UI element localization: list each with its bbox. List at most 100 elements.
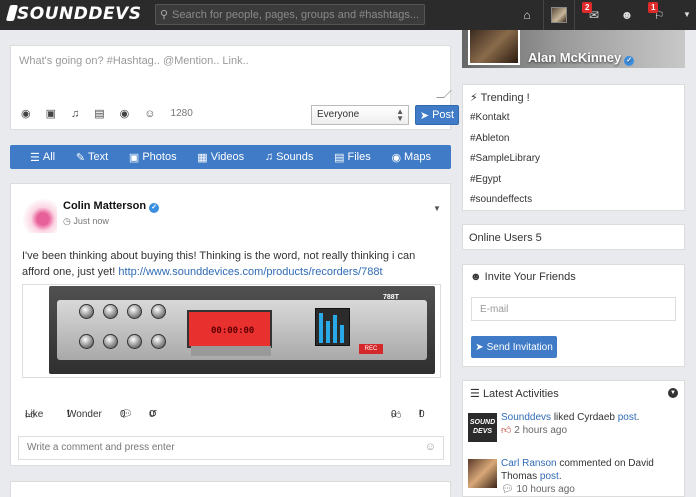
likes-count: 0 bbox=[391, 409, 397, 420]
activity-suffix: . bbox=[636, 412, 640, 423]
knob bbox=[127, 304, 142, 319]
post-composer: ◉ ▣ ♫ ▤ ◉ ☺ 1280 Everyone ▲▼ ➤ Post bbox=[10, 45, 459, 130]
post-time-text: Just now bbox=[73, 216, 109, 226]
recorder-display: 00:00:00 bbox=[187, 310, 272, 348]
like-label: Like bbox=[25, 409, 44, 420]
author-avatar[interactable] bbox=[22, 198, 57, 233]
transport-controls bbox=[191, 346, 271, 356]
post-button[interactable]: ➤ Post bbox=[415, 105, 459, 125]
site-logo[interactable]: SOUNDDEVS bbox=[5, 4, 141, 24]
invite-email-input[interactable] bbox=[471, 297, 676, 321]
film-icon: ▦ bbox=[197, 151, 208, 164]
recorder-model: 788T bbox=[383, 294, 399, 301]
post-options-caret-icon[interactable]: ▼ bbox=[433, 204, 441, 213]
post-link[interactable]: http://www.sounddevices.com/products/rec… bbox=[118, 266, 382, 278]
activity-suffix: . bbox=[558, 471, 562, 482]
profile-picture[interactable] bbox=[468, 30, 520, 65]
video-camera-icon[interactable]: ▣ bbox=[46, 107, 56, 120]
emoji-icon[interactable]: ☺ bbox=[425, 441, 436, 453]
knob bbox=[151, 334, 166, 349]
document-icon[interactable]: ▤ bbox=[94, 107, 104, 120]
wonders-count: 0 bbox=[419, 409, 425, 420]
notifications-button[interactable]: 1 ⚐ bbox=[644, 0, 674, 30]
activity-actor[interactable]: Carl Ranson bbox=[501, 458, 557, 469]
filter-label: Maps bbox=[404, 151, 431, 163]
profile-name[interactable]: Alan McKinney ✓ bbox=[528, 50, 635, 66]
activity-text: Carl Ranson commented on David Thomas po… bbox=[501, 457, 679, 496]
music-note-icon[interactable]: ♫ bbox=[71, 108, 79, 120]
list-icon: ☰ bbox=[470, 388, 480, 400]
file-icon: ▤ bbox=[334, 151, 345, 164]
shares-count: 0 bbox=[149, 409, 155, 420]
clock-icon: ◷ bbox=[63, 216, 71, 226]
level-meter bbox=[315, 308, 350, 346]
filter-all[interactable]: ☰ All bbox=[30, 151, 55, 164]
trending-tag[interactable]: #Egypt bbox=[470, 174, 540, 195]
search-input[interactable] bbox=[172, 7, 422, 22]
music-icon: ♫ bbox=[264, 151, 274, 163]
filter-photos[interactable]: ▣ Photos bbox=[129, 151, 177, 164]
select-arrows-icon: ▲ ▼ bbox=[396, 107, 404, 123]
verified-icon: ✓ bbox=[624, 56, 635, 66]
composer-tools: ◉ ▣ ♫ ▤ ◉ ☺ 1280 bbox=[21, 107, 193, 121]
filter-maps[interactable]: ◉ Maps bbox=[391, 151, 431, 164]
online-users-widget[interactable]: Online Users 5 bbox=[462, 224, 685, 250]
users-icon: ☻ bbox=[470, 271, 482, 283]
trending-tag[interactable]: #Kontakt bbox=[470, 112, 540, 133]
status-textarea[interactable] bbox=[11, 46, 450, 98]
activities-title-text: Latest Activities bbox=[482, 388, 559, 400]
profile-cover[interactable]: Alan McKinney ✓ bbox=[462, 30, 685, 68]
post-time[interactable]: ◷ Just now bbox=[63, 216, 109, 227]
friend-requests-button[interactable]: ☻ bbox=[612, 0, 642, 30]
home-icon[interactable]: ⌂ bbox=[515, 0, 539, 30]
post-author[interactable]: Colin Matterson ✓ bbox=[63, 200, 160, 213]
filter-label: Sounds bbox=[276, 151, 314, 163]
filter-sounds[interactable]: ♫ Sounds bbox=[265, 151, 314, 163]
search-box[interactable]: ⚲ bbox=[155, 4, 425, 25]
comment-box: ☺ bbox=[18, 436, 444, 460]
search-icon: ⚲ bbox=[160, 9, 169, 21]
character-counter: 1280 bbox=[170, 108, 193, 119]
users-icon: ☻ bbox=[620, 8, 634, 22]
trending-tag[interactable]: #SampleLibrary bbox=[470, 153, 540, 174]
activity-object[interactable]: post bbox=[540, 471, 559, 482]
collapse-chevron-icon[interactable]: ▼ bbox=[668, 388, 678, 398]
list-icon: ☰ bbox=[30, 151, 40, 164]
avatar bbox=[551, 7, 567, 23]
account-menu-caret-icon[interactable]: ▼ bbox=[683, 10, 691, 19]
comment-input[interactable] bbox=[27, 442, 407, 453]
paper-plane-icon: ➤ bbox=[475, 341, 484, 353]
trending-tag[interactable]: #soundeffects bbox=[470, 194, 540, 215]
messages-button[interactable]: 2 ✉ bbox=[578, 0, 610, 30]
comments-count: 0 bbox=[120, 409, 126, 420]
verified-icon: ✓ bbox=[149, 203, 160, 213]
filter-label: All bbox=[42, 151, 56, 163]
send-invitation-button[interactable]: ➤ Send Invitation bbox=[471, 336, 557, 358]
filter-label: Videos bbox=[210, 151, 245, 163]
filter-files[interactable]: ▤ Files bbox=[334, 151, 371, 164]
activity-time: 👍︎ 2 hours ago bbox=[501, 424, 679, 437]
activity-actor[interactable]: Sounddevs bbox=[501, 412, 551, 423]
thumbs-up-icon: 👍︎ bbox=[501, 425, 512, 436]
activity-avatar[interactable] bbox=[468, 459, 497, 488]
location-pin-icon[interactable]: ◉ bbox=[120, 107, 130, 120]
activity-time-text: 10 hours ago bbox=[516, 484, 575, 495]
map-marker-icon: ◉ bbox=[391, 151, 402, 164]
activity-object[interactable]: post bbox=[618, 412, 637, 423]
activities-title: ☰ Latest Activities bbox=[470, 387, 559, 400]
user-avatar-button[interactable] bbox=[543, 0, 575, 30]
trending-title-text: Trending ! bbox=[480, 92, 530, 104]
link-preview-image[interactable]: 00:00:00 788T REC bbox=[22, 284, 441, 378]
recorder-display-digits: 00:00:00 bbox=[211, 326, 255, 336]
privacy-select[interactable]: Everyone ▲ ▼ bbox=[311, 105, 409, 125]
filter-text[interactable]: ✎ Text bbox=[76, 151, 108, 164]
camera-icon[interactable]: ◉ bbox=[21, 107, 31, 120]
send-icon: ➤ bbox=[419, 109, 430, 122]
filter-videos[interactable]: ▦ Videos bbox=[197, 151, 244, 164]
emoji-icon[interactable]: ☺ bbox=[144, 108, 155, 120]
activity-avatar[interactable]: SOUND DEVS bbox=[468, 413, 497, 442]
trending-tag[interactable]: #Ableton bbox=[470, 133, 540, 154]
knob bbox=[103, 334, 118, 349]
knob bbox=[79, 304, 94, 319]
knob bbox=[103, 304, 118, 319]
